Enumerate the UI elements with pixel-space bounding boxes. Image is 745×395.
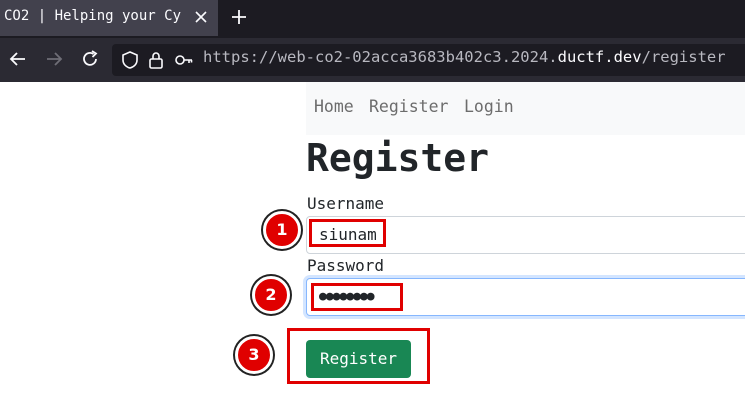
page-title: Register bbox=[306, 136, 490, 180]
forward-arrow-icon[interactable] bbox=[43, 48, 65, 70]
browser-tab-bar: CO2 | Helping your Cy bbox=[0, 0, 745, 38]
key-icon[interactable] bbox=[174, 50, 194, 70]
lock-icon[interactable] bbox=[146, 50, 166, 70]
nav-link-home[interactable]: Home bbox=[314, 97, 354, 116]
highlight-box-password bbox=[311, 283, 403, 311]
tab-title: CO2 | Helping your Cy bbox=[4, 8, 182, 24]
close-icon[interactable] bbox=[190, 6, 212, 28]
site-navbar: Home Register Login bbox=[306, 82, 745, 135]
reload-icon[interactable] bbox=[79, 48, 101, 70]
browser-tab[interactable]: CO2 | Helping your Cy bbox=[0, 0, 218, 36]
highlight-box-username bbox=[309, 219, 386, 247]
password-label: Password bbox=[307, 256, 385, 275]
back-arrow-icon[interactable] bbox=[7, 48, 29, 70]
shield-icon[interactable] bbox=[120, 50, 140, 70]
username-label: Username bbox=[307, 194, 385, 213]
nav-link-register[interactable]: Register bbox=[369, 97, 448, 116]
url-host: ductf.dev bbox=[557, 48, 642, 66]
plus-icon[interactable] bbox=[228, 6, 250, 28]
nav-link-login[interactable]: Login bbox=[464, 97, 514, 116]
url-prefix: https://web-co2-02acca3683b402c3.2024. bbox=[203, 48, 558, 66]
url-path: /register bbox=[641, 48, 726, 66]
step-badge-1: 1 bbox=[263, 211, 301, 249]
highlight-box-register bbox=[287, 328, 430, 384]
url-text[interactable]: https://web-co2-02acca3683b402c3.2024.du… bbox=[203, 48, 726, 66]
step-badge-3: 3 bbox=[235, 336, 273, 374]
step-badge-2: 2 bbox=[252, 276, 290, 314]
